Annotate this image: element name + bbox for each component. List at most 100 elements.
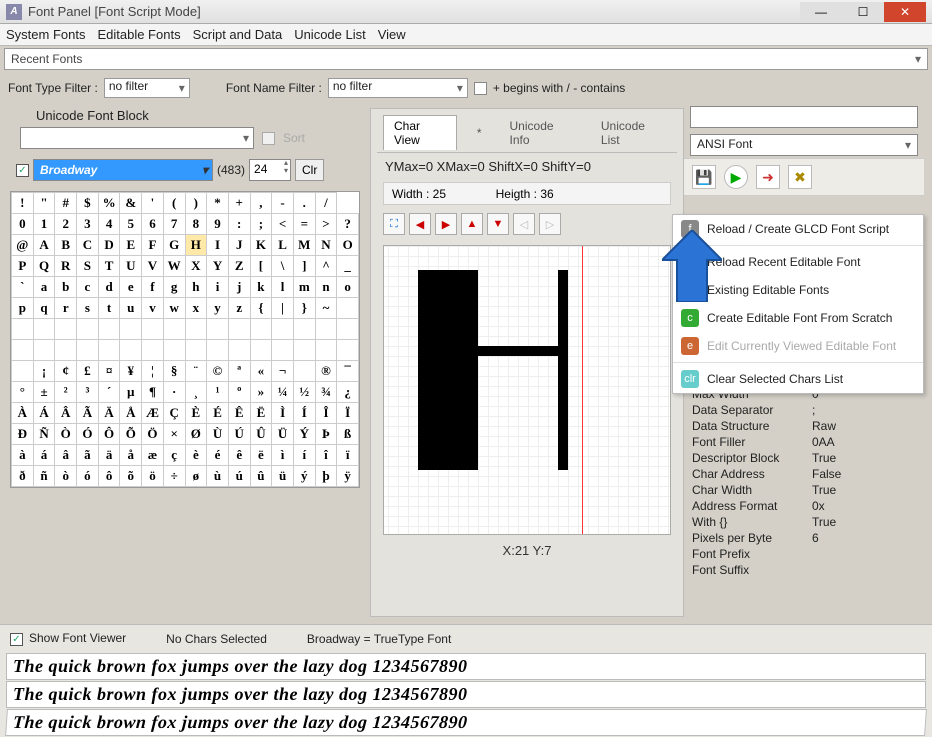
glyph-cell[interactable]: \ — [272, 256, 294, 277]
glyph-cell[interactable] — [33, 340, 55, 361]
glyph-cell[interactable]: æ — [142, 445, 164, 466]
save-icon[interactable]: 💾 — [692, 165, 716, 189]
glyph-cell[interactable]: c — [77, 277, 99, 298]
glyph-cell[interactable] — [207, 340, 229, 361]
glyph-cell[interactable]: ¢ — [55, 361, 77, 382]
glyph-cell[interactable]: M — [293, 235, 315, 256]
nav-next-icon[interactable]: ▷ — [539, 213, 561, 235]
unicode-block-select[interactable] — [20, 127, 254, 149]
glyph-cell[interactable]: Q — [33, 256, 55, 277]
glyph-cell[interactable]: 9 — [207, 214, 229, 235]
glyph-cell[interactable] — [163, 340, 185, 361]
glyph-cell[interactable]: J — [228, 235, 250, 256]
glyph-cell[interactable]: h — [185, 277, 207, 298]
search-input[interactable] — [690, 106, 918, 128]
font-type-filter-select[interactable]: no filter — [104, 78, 190, 98]
glyph-cell[interactable]: n — [315, 277, 337, 298]
minimize-button[interactable]: — — [800, 2, 842, 22]
glyph-cell[interactable]: Ú — [228, 424, 250, 445]
glyph-cell[interactable]: ô — [98, 466, 120, 487]
glyph-cell[interactable]: $ — [77, 193, 99, 214]
glyph-cell[interactable]: Ý — [293, 424, 315, 445]
glyph-cell[interactable]: ~ — [315, 298, 337, 319]
glyph-cell[interactable] — [228, 340, 250, 361]
glyph-cell[interactable]: ] — [293, 256, 315, 277]
glyph-cell[interactable]: s — [77, 298, 99, 319]
glyph-cell[interactable]: ó — [77, 466, 99, 487]
glyph-cell[interactable]: Ð — [12, 424, 34, 445]
glyph-cell[interactable]: w — [163, 298, 185, 319]
glyph-cell[interactable] — [77, 340, 99, 361]
glyph-cell[interactable]: } — [293, 298, 315, 319]
glyph-cell[interactable]: ¡ — [33, 361, 55, 382]
glyph-cell[interactable]: l — [272, 277, 294, 298]
glyph-cell[interactable] — [185, 340, 207, 361]
glyph-cell[interactable]: Ö — [142, 424, 164, 445]
glyph-cell[interactable]: ? — [337, 214, 359, 235]
menu-view[interactable]: View — [378, 27, 406, 42]
glyph-cell[interactable]: 1 — [33, 214, 55, 235]
glyph-cell[interactable]: { — [250, 298, 272, 319]
font-size-spinner[interactable]: 24 — [249, 159, 291, 181]
glyph-cell[interactable]: 7 — [163, 214, 185, 235]
glyph-cell[interactable]: E — [120, 235, 142, 256]
glyph-cell[interactable]: ¶ — [142, 382, 164, 403]
glyph-cell[interactable]: & — [120, 193, 142, 214]
glyph-cell[interactable]: x — [185, 298, 207, 319]
glyph-cell[interactable]: ì — [272, 445, 294, 466]
glyph-cell[interactable]: ¨ — [185, 361, 207, 382]
glyph-cell[interactable]: 2 — [55, 214, 77, 235]
glyph-cell[interactable]: ê — [228, 445, 250, 466]
glyph-cell[interactable]: Ó — [77, 424, 99, 445]
glyph-cell[interactable] — [142, 340, 164, 361]
glyph-cell[interactable] — [228, 319, 250, 340]
menu-editable-fonts[interactable]: Editable Fonts — [97, 27, 180, 42]
glyph-cell[interactable]: Ü — [272, 424, 294, 445]
glyph-cell[interactable]: ¦ — [142, 361, 164, 382]
glyph-cell[interactable]: A — [33, 235, 55, 256]
glyph-cell[interactable]: f — [142, 277, 164, 298]
glyph-cell[interactable]: Y — [207, 256, 229, 277]
glyph-cell[interactable]: % — [98, 193, 120, 214]
menu-script-data[interactable]: Script and Data — [193, 27, 283, 42]
sort-checkbox[interactable] — [262, 132, 275, 145]
glyph-cell[interactable]: u — [120, 298, 142, 319]
glyph-cell[interactable]: Á — [33, 403, 55, 424]
glyph-cell[interactable]: ' — [142, 193, 164, 214]
glyph-cell[interactable]: R — [55, 256, 77, 277]
nav-reset-icon[interactable]: ⛶ — [383, 213, 405, 235]
glyph-cell[interactable]: § — [163, 361, 185, 382]
glyph-cell[interactable]: ë — [250, 445, 272, 466]
glyph-cell[interactable]: ß — [337, 424, 359, 445]
close-button[interactable]: ✕ — [884, 2, 926, 22]
glyph-cell[interactable]: q — [33, 298, 55, 319]
glyph-cell[interactable]: | — [272, 298, 294, 319]
glyph-cell[interactable]: d — [98, 277, 120, 298]
glyph-cell[interactable]: Ï — [337, 403, 359, 424]
play-icon[interactable]: ▶ — [724, 165, 748, 189]
glyph-cell[interactable]: t — [98, 298, 120, 319]
glyph-cell[interactable]: í — [293, 445, 315, 466]
glyph-cell[interactable]: e — [120, 277, 142, 298]
glyph-cell[interactable]: / — [315, 193, 337, 214]
glyph-cell[interactable]: á — [33, 445, 55, 466]
glyph-cell[interactable] — [98, 319, 120, 340]
glyph-cell[interactable]: 0 — [12, 214, 34, 235]
glyph-cell[interactable] — [337, 340, 359, 361]
glyph-cell[interactable]: µ — [120, 382, 142, 403]
glyph-cell[interactable]: Ä — [98, 403, 120, 424]
glyph-cell[interactable] — [207, 319, 229, 340]
glyph-cell[interactable]: [ — [250, 256, 272, 277]
glyph-cell[interactable]: D — [98, 235, 120, 256]
glyph-cell[interactable] — [55, 340, 77, 361]
glyph-cell[interactable]: ` — [12, 277, 34, 298]
glyph-cell[interactable]: Ù — [207, 424, 229, 445]
glyph-cell[interactable] — [185, 319, 207, 340]
tab-star[interactable]: * — [469, 123, 490, 143]
glyph-cell[interactable]: i — [207, 277, 229, 298]
glyph-cell[interactable]: > — [315, 214, 337, 235]
glyph-cell[interactable]: * — [207, 193, 229, 214]
glyph-cell[interactable]: Ò — [55, 424, 77, 445]
glyph-cell[interactable]: Z — [228, 256, 250, 277]
glyph-cell[interactable]: b — [55, 277, 77, 298]
